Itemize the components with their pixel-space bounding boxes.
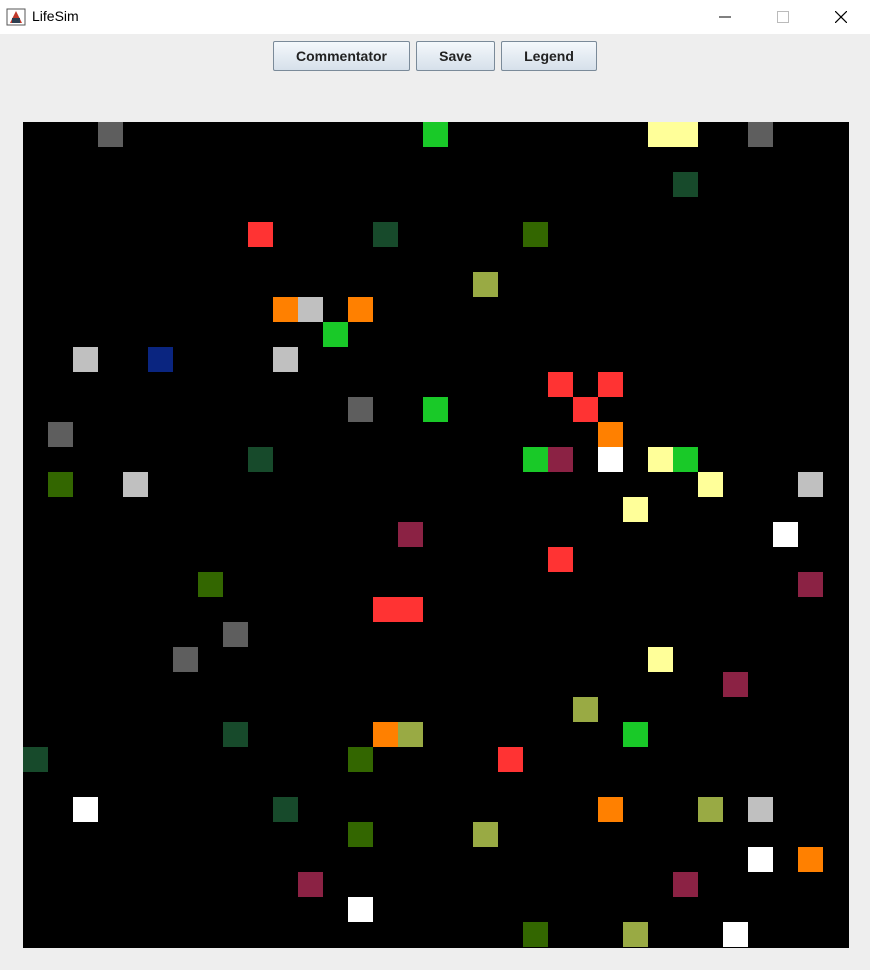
grid-cell — [73, 797, 98, 822]
commentator-button[interactable]: Commentator — [273, 41, 410, 71]
grid-cell — [348, 747, 373, 772]
grid-cell — [798, 472, 823, 497]
grid-cell — [623, 922, 648, 947]
java-app-icon — [6, 7, 26, 27]
grid-cell — [348, 822, 373, 847]
legend-button[interactable]: Legend — [501, 41, 597, 71]
grid-cell — [673, 447, 698, 472]
grid-cell — [673, 872, 698, 897]
grid-cell — [48, 422, 73, 447]
close-button[interactable] — [812, 0, 870, 34]
grid-cell — [273, 347, 298, 372]
grid-cell — [223, 622, 248, 647]
grid-cell — [673, 172, 698, 197]
grid-cell — [748, 797, 773, 822]
grid-cell — [73, 347, 98, 372]
grid-cell — [398, 597, 423, 622]
grid-cell — [548, 547, 573, 572]
grid-cell — [573, 697, 598, 722]
grid-cell — [473, 822, 498, 847]
grid-cell — [348, 297, 373, 322]
grid-cell — [473, 272, 498, 297]
grid-cell — [398, 522, 423, 547]
grid-cell — [573, 397, 598, 422]
grid-cell — [98, 122, 123, 147]
grid-cell — [373, 222, 398, 247]
maximize-button[interactable] — [754, 0, 812, 34]
grid-cell — [623, 722, 648, 747]
maximize-icon — [777, 11, 789, 23]
grid-cell — [173, 647, 198, 672]
title-bar: LifeSim — [0, 0, 870, 34]
grid-cell — [198, 572, 223, 597]
grid-cell — [423, 397, 448, 422]
minimize-icon — [719, 16, 731, 18]
grid-cell — [648, 647, 673, 672]
simulation-grid[interactable] — [23, 122, 849, 948]
grid-cell — [498, 747, 523, 772]
grid-cell — [798, 847, 823, 872]
grid-cell — [648, 122, 673, 147]
grid-cell — [698, 797, 723, 822]
window-title: LifeSim — [32, 8, 79, 24]
grid-cell — [23, 747, 48, 772]
grid-cell — [523, 922, 548, 947]
grid-cell — [398, 722, 423, 747]
grid-cell — [248, 222, 273, 247]
grid-cell — [598, 372, 623, 397]
grid-cell — [298, 297, 323, 322]
grid-cell — [773, 522, 798, 547]
grid-cell — [373, 597, 398, 622]
close-icon — [835, 11, 847, 23]
grid-cell — [548, 447, 573, 472]
grid-cell — [123, 472, 148, 497]
grid-cell — [48, 472, 73, 497]
grid-cell — [423, 122, 448, 147]
grid-cell — [523, 447, 548, 472]
grid-cell — [323, 322, 348, 347]
grid-cell — [523, 222, 548, 247]
grid-cell — [673, 122, 698, 147]
grid-cell — [273, 297, 298, 322]
grid-cell — [348, 397, 373, 422]
grid-cell — [748, 122, 773, 147]
grid-cell — [298, 872, 323, 897]
grid-cell — [148, 347, 173, 372]
grid-cell — [248, 447, 273, 472]
grid-cell — [348, 897, 373, 922]
grid-cell — [598, 447, 623, 472]
grid-cell — [373, 722, 398, 747]
grid-cell — [223, 722, 248, 747]
grid-cell — [598, 797, 623, 822]
grid-cell — [723, 672, 748, 697]
grid-cell — [698, 472, 723, 497]
grid-cell — [798, 572, 823, 597]
grid-cell — [648, 447, 673, 472]
grid-cell — [598, 422, 623, 447]
grid-cell — [273, 797, 298, 822]
save-button[interactable]: Save — [416, 41, 495, 71]
grid-cell — [723, 922, 748, 947]
minimize-button[interactable] — [696, 0, 754, 34]
grid-cell — [548, 372, 573, 397]
grid-cell — [623, 497, 648, 522]
grid-cell — [748, 847, 773, 872]
